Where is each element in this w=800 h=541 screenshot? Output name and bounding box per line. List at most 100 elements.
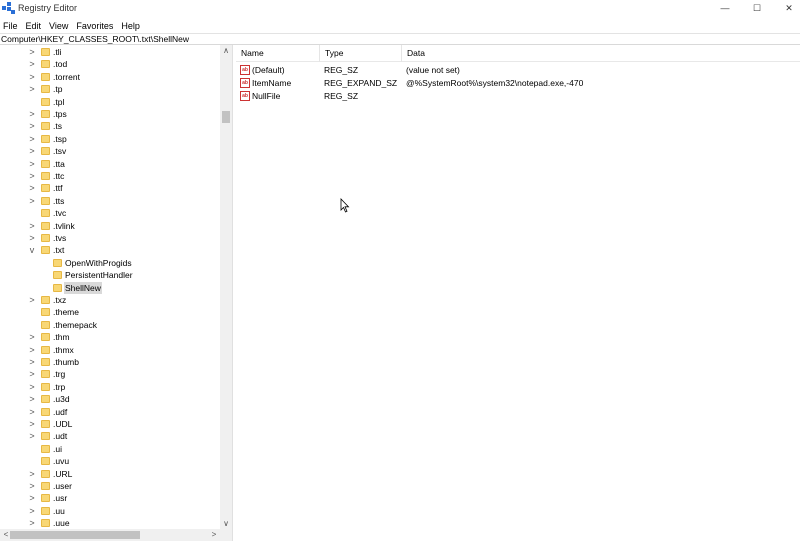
minimize-button[interactable]: — [708, 0, 742, 16]
key-tree: > .tli > .tod > .torrent > .tp .tpl > .tps > .ts > .ts… [0, 45, 232, 541]
expand-chevron-icon[interactable]: > [28, 58, 36, 70]
expand-chevron-icon[interactable]: > [28, 220, 36, 232]
expand-chevron-icon[interactable]: > [28, 517, 36, 529]
expand-chevron-icon[interactable]: > [28, 344, 36, 356]
tree-item[interactable]: > .ts [0, 120, 220, 132]
tree-item[interactable]: > .ttc [0, 170, 220, 182]
expand-chevron-icon[interactable]: > [28, 331, 36, 343]
expand-chevron-icon[interactable]: > [28, 71, 36, 83]
tree-item[interactable]: > .tsp [0, 133, 220, 145]
tree-item[interactable]: > .tta [0, 158, 220, 170]
horizontal-scroll-thumb[interactable] [10, 531, 140, 539]
expand-chevron-icon[interactable]: > [28, 418, 36, 430]
expand-chevron-icon[interactable]: > [28, 232, 36, 244]
expand-chevron-icon[interactable]: > [28, 195, 36, 207]
column-type[interactable]: Type [320, 45, 402, 62]
expand-chevron-icon[interactable]: > [28, 294, 36, 306]
tree-item[interactable]: > .u3d [0, 393, 220, 405]
tree-item[interactable]: .theme [0, 306, 220, 318]
expand-chevron-icon[interactable]: > [28, 480, 36, 492]
tree-item[interactable]: PersistentHandler [0, 269, 220, 281]
menu-file[interactable]: File [0, 21, 23, 31]
tree-item[interactable]: .themepack [0, 319, 220, 331]
tree-item[interactable]: > .tps [0, 108, 220, 120]
expand-chevron-icon[interactable]: > [28, 158, 36, 170]
folder-icon [41, 221, 50, 230]
tree-item[interactable]: > .tts [0, 195, 220, 207]
tree-item[interactable]: v .txt [0, 244, 220, 256]
tree-item[interactable]: .tpl [0, 96, 220, 108]
expand-chevron-icon[interactable]: > [28, 393, 36, 405]
tree-item-label: .udt [53, 431, 68, 442]
tree-item[interactable]: > .thumb [0, 356, 220, 368]
tree-item[interactable]: > .torrent [0, 71, 220, 83]
tree-item[interactable]: > .uu [0, 505, 220, 517]
expand-chevron-icon[interactable]: > [28, 492, 36, 504]
expand-chevron-icon[interactable]: > [28, 182, 36, 194]
tree-item[interactable]: ShellNew [0, 281, 220, 294]
tree-item[interactable]: .tvc [0, 207, 220, 219]
tree-item[interactable]: .uvu [0, 455, 220, 467]
folder-icon [41, 234, 50, 242]
expand-chevron-icon[interactable]: > [28, 108, 36, 120]
expand-chevron-icon[interactable]: > [28, 505, 36, 517]
tree-item[interactable]: > .udf [0, 406, 220, 418]
tree-item[interactable]: > .tsv [0, 145, 220, 157]
tree-item[interactable]: > .URL [0, 468, 220, 480]
tree-horizontal-scrollbar[interactable]: < > [0, 529, 220, 541]
column-data[interactable]: Data [402, 45, 800, 62]
window-title: Registry Editor [18, 3, 78, 13]
tree-item[interactable]: > .thmx [0, 344, 220, 356]
folder-icon [41, 407, 50, 416]
tree-item[interactable]: > .trg [0, 368, 220, 380]
scroll-thumb[interactable] [222, 111, 230, 123]
expand-chevron-icon[interactable]: > [28, 430, 36, 442]
expand-chevron-icon[interactable]: > [28, 83, 36, 95]
address-bar[interactable]: Computer\HKEY_CLASSES_ROOT\.txt\ShellNew [0, 33, 800, 45]
expand-chevron-icon[interactable]: > [28, 381, 36, 393]
menu-help[interactable]: Help [118, 21, 145, 31]
column-name[interactable]: Name [236, 45, 320, 62]
tree-vertical-scrollbar[interactable]: ∧ ∨ [220, 45, 232, 529]
expand-chevron-icon[interactable]: > [28, 170, 36, 182]
scroll-right-icon[interactable]: > [208, 530, 220, 539]
tree-item[interactable]: > .txz [0, 294, 220, 306]
expand-chevron-icon[interactable]: > [28, 468, 36, 480]
tree-item[interactable]: > .udt [0, 430, 220, 442]
tree-item[interactable]: > .user [0, 480, 220, 492]
tree-item[interactable]: > .thm [0, 331, 220, 343]
tree-item[interactable]: > .uue [0, 517, 220, 529]
value-row[interactable]: ab (Default) REG_SZ (value not set) [236, 64, 800, 77]
expand-chevron-icon[interactable]: > [28, 368, 36, 380]
value-row[interactable]: ab NullFile REG_SZ [236, 90, 800, 103]
tree-item[interactable]: > .tvs [0, 232, 220, 244]
address-path[interactable]: Computer\HKEY_CLASSES_ROOT\.txt\ShellNew [1, 34, 189, 44]
scroll-up-icon[interactable]: ∧ [220, 46, 232, 55]
tree-item[interactable]: > .UDL [0, 418, 220, 430]
tree-item[interactable]: > .tli [0, 46, 220, 58]
tree-item[interactable]: > .usr [0, 492, 220, 504]
close-button[interactable]: ✕ [772, 0, 800, 16]
tree-item[interactable]: OpenWithProgids [0, 257, 220, 269]
tree-item[interactable]: > .tvlink [0, 220, 220, 232]
expand-chevron-icon[interactable]: > [28, 120, 36, 132]
expand-chevron-icon[interactable]: > [28, 133, 36, 145]
collapse-chevron-icon[interactable]: v [28, 244, 36, 256]
expand-chevron-icon[interactable]: > [28, 406, 36, 418]
tree-item[interactable]: .ui [0, 443, 220, 455]
scroll-down-icon[interactable]: ∨ [220, 519, 232, 528]
tree-item[interactable]: > .ttf [0, 182, 220, 194]
menu-edit[interactable]: Edit [23, 21, 47, 31]
tree-item[interactable]: > .tod [0, 58, 220, 70]
tree-item[interactable]: > .trp [0, 381, 220, 393]
expand-chevron-icon[interactable]: > [28, 46, 36, 58]
expand-chevron-icon[interactable]: > [28, 145, 36, 157]
maximize-button[interactable]: ☐ [740, 0, 774, 16]
value-row[interactable]: ab ItemName REG_EXPAND_SZ @%SystemRoot%\sys… [236, 77, 800, 90]
folder-icon [41, 48, 50, 56]
value-name: ItemName [252, 78, 292, 88]
menu-favorites[interactable]: Favorites [73, 21, 118, 31]
tree-item[interactable]: > .tp [0, 83, 220, 95]
menu-view[interactable]: View [46, 21, 73, 31]
expand-chevron-icon[interactable]: > [28, 356, 36, 368]
